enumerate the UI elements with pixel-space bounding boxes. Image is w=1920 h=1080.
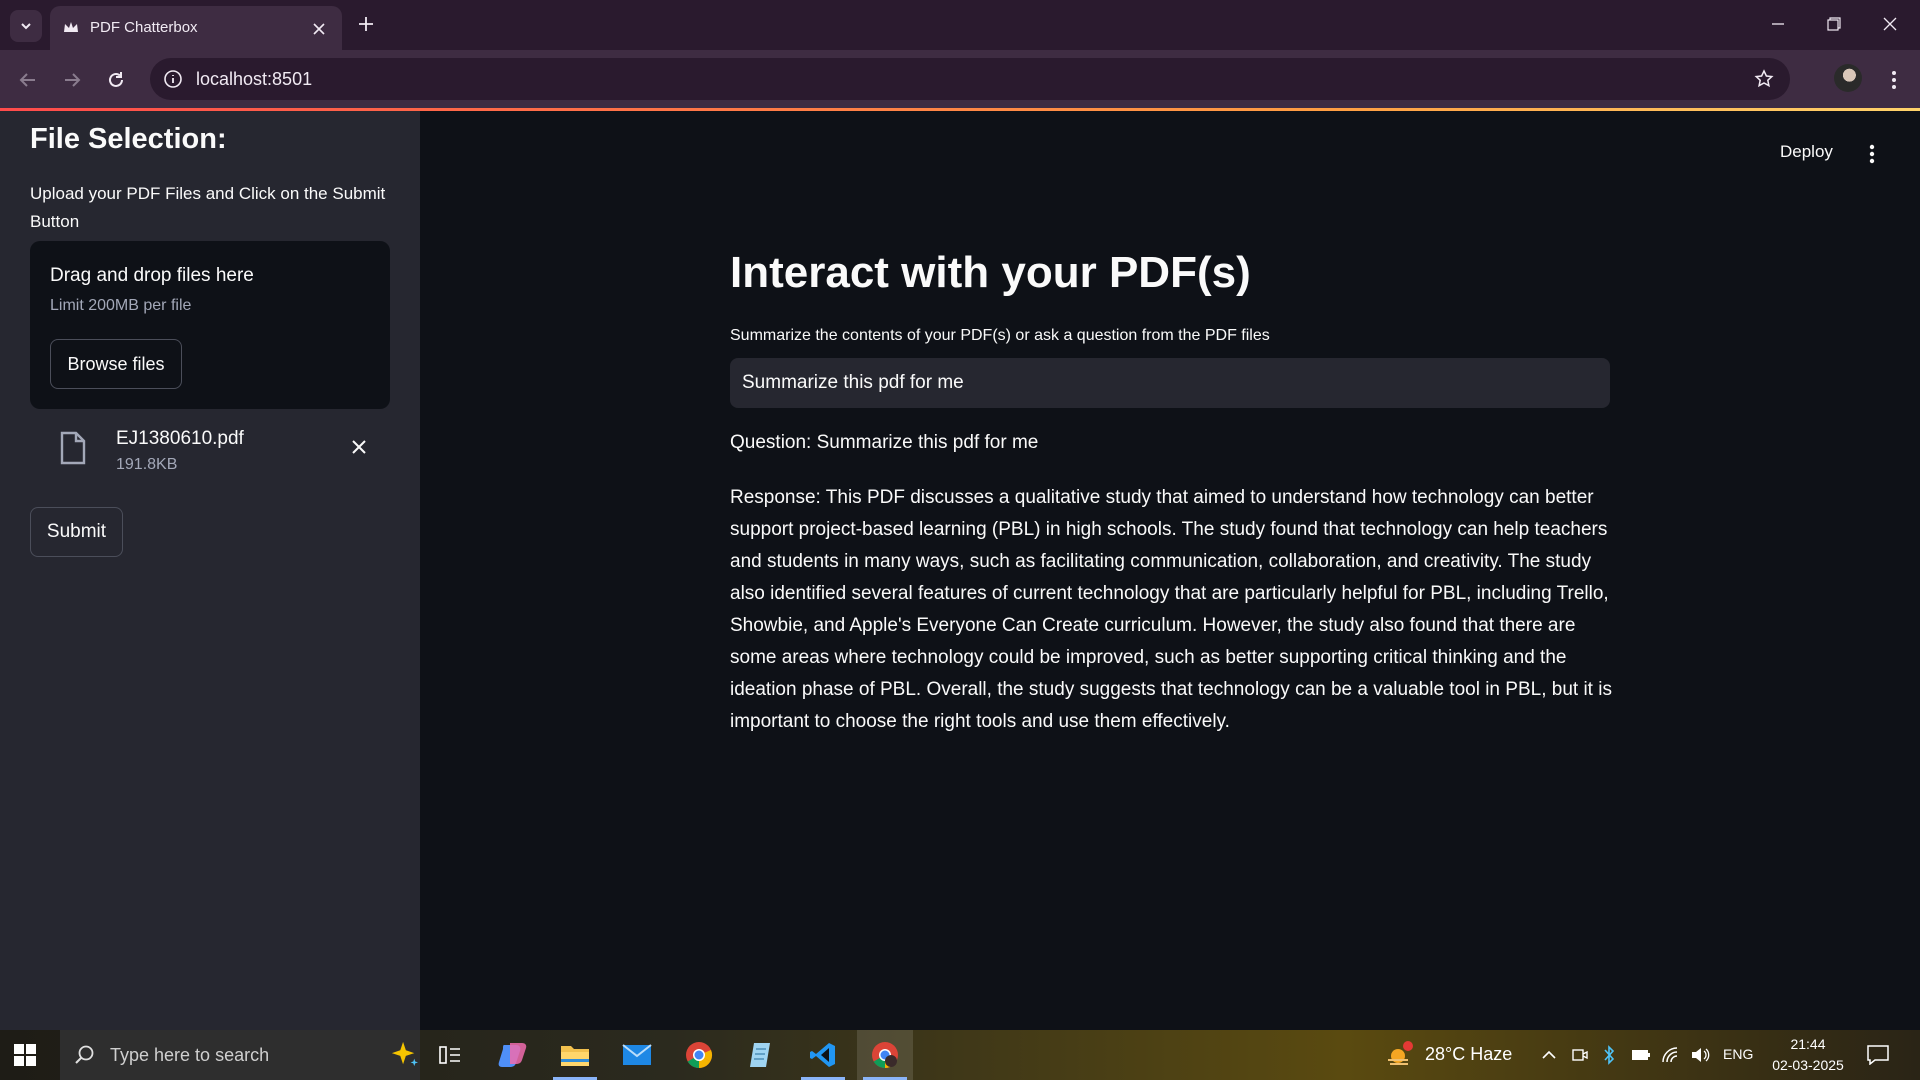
browse-files-button[interactable]: Browse files	[50, 339, 182, 389]
back-icon	[19, 71, 37, 89]
volume-icon[interactable]	[1690, 1045, 1710, 1065]
star-icon[interactable]	[1752, 67, 1776, 91]
notepad-icon	[748, 1041, 774, 1069]
address-bar[interactable]: localhost:8501	[150, 58, 1790, 100]
info-icon[interactable]	[162, 68, 184, 90]
close-window-button[interactable]	[1872, 8, 1908, 40]
file-name: EJ1380610.pdf	[116, 428, 244, 449]
browser-tab[interactable]: PDF Chatterbox	[50, 6, 342, 50]
clock-date: 02-03-2025	[1772, 1057, 1844, 1073]
sidebar-title: File Selection:	[30, 123, 227, 155]
reload-button[interactable]	[100, 64, 132, 96]
sparkle-icon	[390, 1040, 418, 1068]
file-icon	[58, 430, 88, 466]
browser-tab-strip: PDF Chatterbox	[0, 0, 1920, 50]
weather-text[interactable]: 28°C Haze	[1425, 1044, 1512, 1065]
minimize-icon	[1771, 17, 1785, 31]
task-view-icon	[438, 1044, 462, 1066]
browser-toolbar: localhost:8501	[0, 50, 1920, 110]
browser-menu-button[interactable]	[1880, 64, 1908, 96]
url-text[interactable]: localhost:8501	[196, 69, 312, 90]
input-language[interactable]: ENG	[1723, 1046, 1753, 1062]
weather-icon[interactable]	[1385, 1040, 1415, 1070]
response-text: Response: This PDF discusses a qualitati…	[730, 487, 1612, 732]
dropzone-title: Drag and drop files here	[50, 265, 254, 286]
tab-search-button[interactable]	[10, 10, 42, 42]
question-input[interactable]	[730, 358, 1610, 408]
restore-icon	[1827, 17, 1841, 31]
chrome-app[interactable]	[671, 1030, 727, 1080]
copilot-app[interactable]	[485, 1030, 541, 1080]
notification-icon[interactable]	[1866, 1044, 1890, 1066]
crown-favicon-icon	[62, 19, 80, 37]
taskbar: Type here to search 28°C Haze ENG 21:44 …	[0, 1030, 1920, 1080]
chevron-down-icon	[19, 19, 33, 33]
clock[interactable]: 21:44 02-03-2025	[1768, 1034, 1848, 1076]
taskbar-search[interactable]: Type here to search	[60, 1030, 420, 1080]
back-button[interactable]	[12, 64, 44, 96]
kebab-menu-icon	[1891, 70, 1897, 90]
search-placeholder: Type here to search	[110, 1045, 270, 1065]
mail-app[interactable]	[609, 1030, 665, 1080]
sidebar-description: Upload your PDF Files and Click on the S…	[30, 184, 386, 231]
clock-time: 21:44	[1790, 1036, 1826, 1052]
forward-button[interactable]	[56, 64, 88, 96]
vscode-icon	[809, 1041, 837, 1069]
file-explorer-icon	[560, 1042, 590, 1068]
dropzone-limit: Limit 200MB per file	[50, 297, 192, 314]
submit-button[interactable]: Submit	[30, 507, 123, 557]
close-icon[interactable]	[308, 18, 330, 40]
question-input-label: Summarize the contents of your PDF(s) or…	[730, 327, 1270, 344]
remove-file-icon[interactable]	[348, 436, 370, 458]
plus-icon	[358, 16, 374, 32]
file-size: 191.8KB	[116, 456, 178, 473]
minimize-button[interactable]	[1760, 8, 1796, 40]
kebab-menu-icon	[1869, 144, 1875, 164]
reload-icon	[107, 71, 125, 89]
chrome-icon	[871, 1041, 899, 1069]
mail-icon	[622, 1043, 652, 1067]
new-tab-button[interactable]	[352, 10, 380, 38]
wifi-icon[interactable]	[1661, 1045, 1679, 1065]
deploy-button[interactable]: Deploy	[1780, 142, 1833, 162]
tab-title: PDF Chatterbox	[90, 19, 198, 36]
profile-avatar[interactable]	[1834, 64, 1862, 92]
battery-icon[interactable]	[1631, 1045, 1651, 1065]
file-explorer-app[interactable]	[547, 1030, 603, 1080]
file-dropzone[interactable]: Drag and drop files here Limit 200MB per…	[30, 241, 390, 409]
notepad-app[interactable]	[733, 1030, 789, 1080]
question-text: Question: Summarize this pdf for me	[730, 432, 1039, 453]
copilot-icon	[498, 1041, 528, 1069]
chevron-up-icon[interactable]	[1541, 1045, 1557, 1065]
close-icon	[1883, 17, 1897, 31]
restore-button[interactable]	[1816, 8, 1852, 40]
chrome-icon	[685, 1041, 713, 1069]
app-menu-button[interactable]	[1860, 140, 1884, 168]
task-view-button[interactable]	[422, 1030, 478, 1080]
search-icon	[74, 1044, 96, 1066]
chrome-app-active[interactable]	[857, 1030, 913, 1080]
vscode-app[interactable]	[795, 1030, 851, 1080]
uploaded-file-item: EJ1380610.pdf 191.8KB	[30, 420, 390, 480]
bluetooth-icon[interactable]	[1602, 1045, 1616, 1065]
windows-start-icon[interactable]	[12, 1042, 38, 1068]
meet-now-icon[interactable]	[1571, 1045, 1589, 1065]
page-title: Interact with your PDF(s)	[730, 248, 1251, 297]
forward-icon	[63, 71, 81, 89]
